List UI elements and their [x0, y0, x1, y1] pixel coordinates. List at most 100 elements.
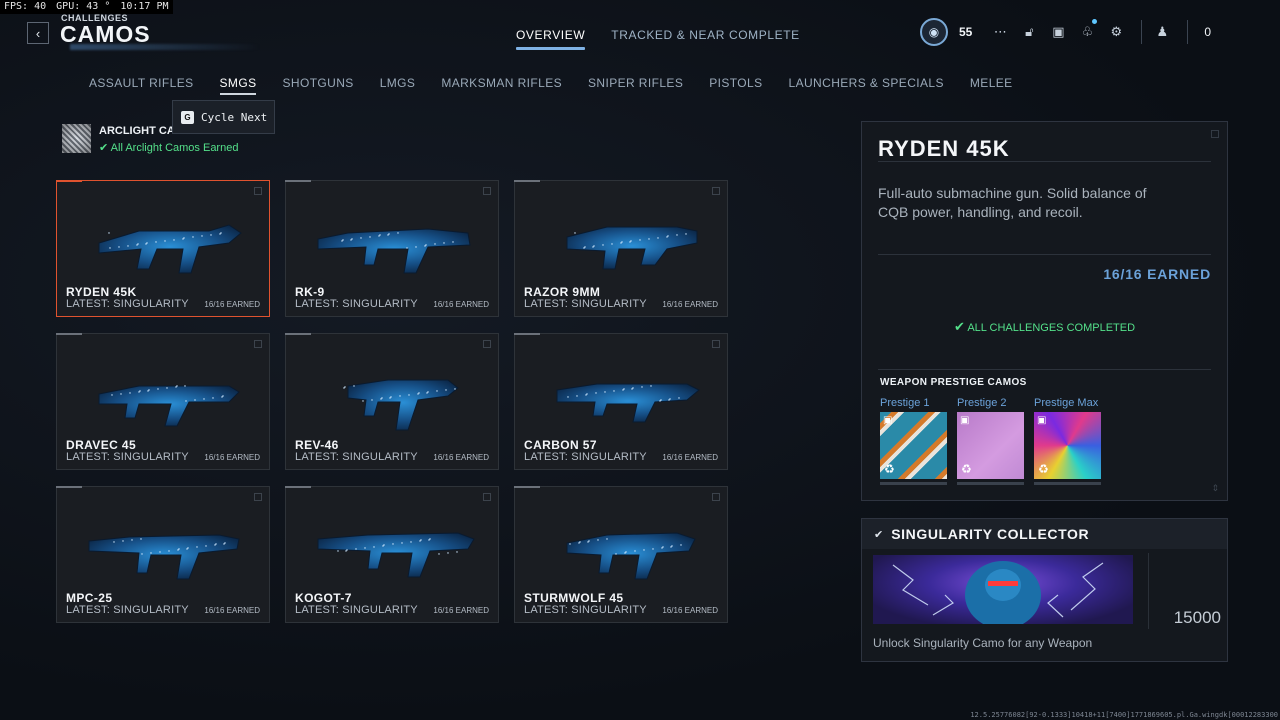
weapon-name: RAZOR 9MM: [524, 285, 601, 299]
weapon-latest-camo: LATEST: SINGULARITY: [524, 604, 647, 616]
notification-bell-icon[interactable]: ♧: [1077, 19, 1098, 42]
prestige-progress-bar: [957, 482, 1024, 485]
tab-overview[interactable]: OVERVIEW: [516, 28, 586, 50]
tab-marksman-rifles[interactable]: MARKSMAN RIFLES: [441, 76, 562, 95]
weapon-detail-panel: RYDEN 45K Full-auto submachine gun. Soli…: [861, 121, 1228, 501]
weapon-card-rk-9[interactable]: RK-9 LATEST: SINGULARITY 16/16 EARNED: [285, 180, 499, 317]
corner-marker: [254, 493, 262, 501]
weapon-image: [343, 379, 459, 431]
weapon-latest-camo: LATEST: SINGULARITY: [66, 298, 189, 310]
weapon-card-carbon-57[interactable]: CARBON 57 LATEST: SINGULARITY 16/16 EARNED: [514, 333, 728, 470]
collector-header: ✔ SINGULARITY COLLECTOR: [862, 519, 1227, 549]
weapon-image: [317, 532, 475, 578]
fps-readout: FPS: 40: [4, 1, 47, 12]
key-g-icon: G: [181, 110, 194, 124]
weapon-card-kogot-7[interactable]: KOGOT-7 LATEST: SINGULARITY 16/16 EARNED: [285, 486, 499, 623]
prestige-camo-2[interactable]: Prestige 2 ▣ ♻: [957, 397, 1024, 485]
back-button[interactable]: ‹: [27, 22, 49, 44]
weapon-card-dravec-45[interactable]: DRAVEC 45 LATEST: SINGULARITY 16/16 EARNED: [56, 333, 270, 470]
collector-title: SINGULARITY COLLECTOR: [891, 526, 1090, 542]
weapon-card-mpc-25[interactable]: MPC-25 LATEST: SINGULARITY 16/16 EARNED: [56, 486, 270, 623]
divider: [1187, 20, 1189, 44]
weapon-image: [98, 385, 240, 427]
weapon-earned-count: 16/16 EARNED: [662, 300, 718, 309]
prestige-label: Prestige 2: [957, 397, 1007, 409]
corner-marker: [712, 187, 720, 195]
tab-tracked[interactable]: TRACKED & NEAR COMPLETE: [611, 28, 800, 48]
weapon-earned-count: 16/16 EARNED: [204, 453, 260, 462]
player-rank: 55: [959, 25, 973, 39]
checkmark-icon: ✔: [874, 528, 884, 541]
weapon-image: [98, 224, 242, 274]
expand-icon[interactable]: ⇕: [1211, 483, 1219, 494]
divider: [1141, 20, 1143, 44]
prestige-label: Prestige Max: [1034, 397, 1099, 409]
tab-shotguns[interactable]: SHOTGUNS: [282, 76, 353, 95]
weapon-card-razor-9mm[interactable]: RAZOR 9MM LATEST: SINGULARITY 16/16 EARNED: [514, 180, 728, 317]
grid-menu-icon[interactable]: ⋯: [990, 22, 1010, 42]
friends-count: 0: [1204, 25, 1212, 39]
tab-launchers-specials[interactable]: LAUNCHERS & SPECIALS: [789, 76, 944, 95]
notification-dot: [1092, 19, 1098, 24]
corner-marker: [254, 187, 262, 195]
weapon-earned-count: 16/16 EARNED: [433, 606, 489, 615]
category-tabs: ASSAULT RIFLES SMGS SHOTGUNS LMGS MARKSM…: [89, 76, 1013, 95]
performance-overlay: FPS: 40 GPU: 43 ° 10:17 PM: [0, 0, 173, 14]
challenges-complete-status: ✔ ALL CHALLENGES COMPLETED: [862, 319, 1227, 335]
singularity-collector-panel[interactable]: ✔ SINGULARITY COLLECTOR 15000 Unlock Sin…: [861, 518, 1228, 662]
recycle-icon: ♻: [961, 462, 972, 476]
corner-marker: [1211, 130, 1219, 138]
gear-icon[interactable]: ⚙: [1106, 22, 1126, 42]
arclight-status: ✔ All Arclight Camos Earned: [99, 141, 238, 154]
corner-marker: [483, 493, 491, 501]
top-right-bar: ◉ 55 ⋯ 🔓︎ ▣ ♧ ⚙ ♟ 0: [920, 18, 1211, 46]
detail-weapon-name: RYDEN 45K: [878, 136, 1010, 161]
rank-badge-icon[interactable]: ◉: [920, 18, 948, 46]
weapon-image: [556, 383, 700, 423]
tab-lmgs[interactable]: LMGS: [380, 76, 416, 95]
tab-pistols[interactable]: PISTOLS: [709, 76, 762, 95]
weapon-image: [566, 532, 696, 580]
weapon-earned-count: 16/16 EARNED: [662, 606, 718, 615]
weapon-image: [88, 534, 240, 580]
arclight-status-text: All Arclight Camos Earned: [110, 142, 239, 154]
camera-icon[interactable]: ▣: [1048, 22, 1068, 42]
weapon-earned-count: 16/16 EARNED: [204, 300, 260, 309]
divider: [878, 369, 1211, 370]
weapon-name: RK-9: [295, 285, 325, 299]
weapon-latest-camo: LATEST: SINGULARITY: [524, 451, 647, 463]
arclight-camo-thumbnail: [62, 124, 91, 153]
prestige-camo-max[interactable]: Prestige Max ▣ ♻: [1034, 397, 1101, 485]
weapon-card-rev-46[interactable]: REV-46 LATEST: SINGULARITY 16/16 EARNED: [285, 333, 499, 470]
tab-melee[interactable]: MELEE: [970, 76, 1013, 95]
tab-sniper-rifles[interactable]: SNIPER RIFLES: [588, 76, 683, 95]
prestige-heading: WEAPON PRESTIGE CAMOS: [880, 377, 1027, 388]
tab-smgs[interactable]: SMGS: [219, 76, 257, 95]
weapon-name: DRAVEC 45: [66, 438, 137, 452]
detail-earned-count: 16/16 EARNED: [1103, 266, 1211, 282]
weapon-name: MPC-25: [66, 591, 113, 605]
corner-marker: [483, 340, 491, 348]
prestige-camo-1[interactable]: Prestige 1 ▣ ♻: [880, 397, 947, 485]
unlock-icon[interactable]: 🔓︎: [1019, 22, 1039, 42]
top-tabs: OVERVIEW TRACKED & NEAR COMPLETE: [516, 28, 800, 50]
weapon-name: CARBON 57: [524, 438, 597, 452]
prestige-progress-bar: [880, 482, 947, 485]
clock-readout: 10:17 PM: [120, 1, 169, 12]
divider: [1148, 553, 1149, 629]
friends-icon[interactable]: ♟: [1152, 22, 1172, 42]
lock-icon: ▣: [883, 415, 893, 426]
build-id: 12.5.25776082[92-0.1333]10418+11[7400]17…: [970, 711, 1278, 719]
weapon-card-ryden-45k[interactable]: RYDEN 45K LATEST: SINGULARITY 16/16 EARNED: [56, 180, 270, 317]
weapon-latest-camo: LATEST: SINGULARITY: [295, 604, 418, 616]
prestige-label: Prestige 1: [880, 397, 930, 409]
challenges-complete-text: ALL CHALLENGES COMPLETED: [967, 322, 1136, 334]
cycle-next-tooltip: G Cycle Next: [172, 100, 275, 134]
tab-assault-rifles[interactable]: ASSAULT RIFLES: [89, 76, 194, 95]
weapon-latest-camo: LATEST: SINGULARITY: [295, 451, 418, 463]
weapon-image: [566, 226, 698, 270]
checkmark-icon: ✔: [99, 142, 111, 154]
weapon-name: STURMWOLF 45: [524, 591, 624, 605]
weapon-card-sturmwolf-45[interactable]: STURMWOLF 45 LATEST: SINGULARITY 16/16 EAR…: [514, 486, 728, 623]
prestige-max-thumbnail: ▣ ♻: [1034, 412, 1101, 479]
